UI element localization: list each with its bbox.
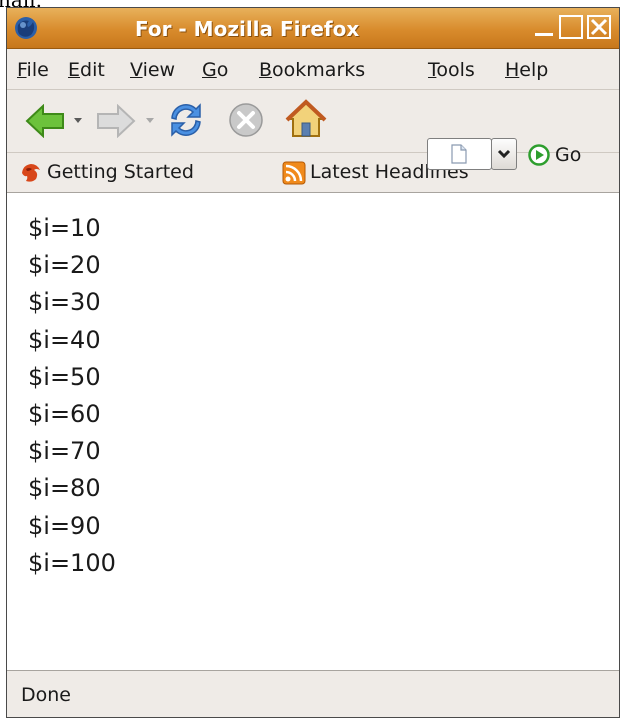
bookmark-label: Getting Started [47,161,194,183]
output-line: $i=50 [28,362,101,391]
output-line: $i=90 [28,511,101,540]
forward-history-dropdown-icon[interactable] [146,118,154,123]
minimize-button[interactable] [532,15,556,39]
close-window-button[interactable] [587,15,611,39]
menu-help[interactable]: Help [505,59,548,81]
output-line: $i=20 [28,251,101,280]
maximize-button[interactable] [559,15,583,39]
output-lines: $i=10 $i=20 $i=30 $i=40 $i=50 $i=60 $i=7… [28,210,116,582]
menu-file[interactable]: File [17,59,49,81]
output-line: $i=80 [28,474,101,503]
reload-icon[interactable] [166,100,206,140]
firefox-bookmark-icon [22,164,40,182]
stop-icon[interactable] [228,102,264,138]
output-line: $i=70 [28,437,101,466]
page-content: $i=10 $i=20 $i=30 $i=40 $i=50 $i=60 $i=7… [7,193,619,671]
menu-bar: File Edit View Go Bookmarks Tools Help [7,49,619,90]
output-line: $i=40 [28,325,101,354]
bookmarks-toolbar: Getting Started Latest Headlines [7,152,619,193]
status-text: Done [21,684,71,706]
firefox-window: For - Mozilla Firefox File Edit View Go … [6,7,620,718]
address-field[interactable] [427,138,492,170]
menu-edit[interactable]: Edit [68,59,105,81]
page-icon [451,144,467,164]
title-bar[interactable]: For - Mozilla Firefox [7,8,619,49]
home-icon[interactable] [285,99,327,139]
address-history-dropdown[interactable] [491,138,517,170]
rss-feed-icon [282,161,306,185]
output-line: $i=30 [28,288,101,317]
back-history-dropdown-icon[interactable] [74,118,82,123]
menu-tools[interactable]: Tools [428,59,475,81]
forward-arrow-icon[interactable] [94,104,136,138]
menu-go[interactable]: Go [202,59,228,81]
chevron-down-icon [497,149,511,159]
output-line: $i=100 [28,548,116,577]
back-arrow-icon[interactable] [25,104,67,138]
close-icon [590,18,608,36]
status-bar: Done [7,671,619,717]
menu-bookmarks[interactable]: Bookmarks [259,59,365,81]
output-line: $i=10 [28,214,101,242]
output-line: $i=60 [28,400,101,429]
window-title: For - Mozilla Firefox [135,17,360,41]
firefox-logo-icon [15,17,37,39]
menu-view[interactable]: View [130,59,175,81]
